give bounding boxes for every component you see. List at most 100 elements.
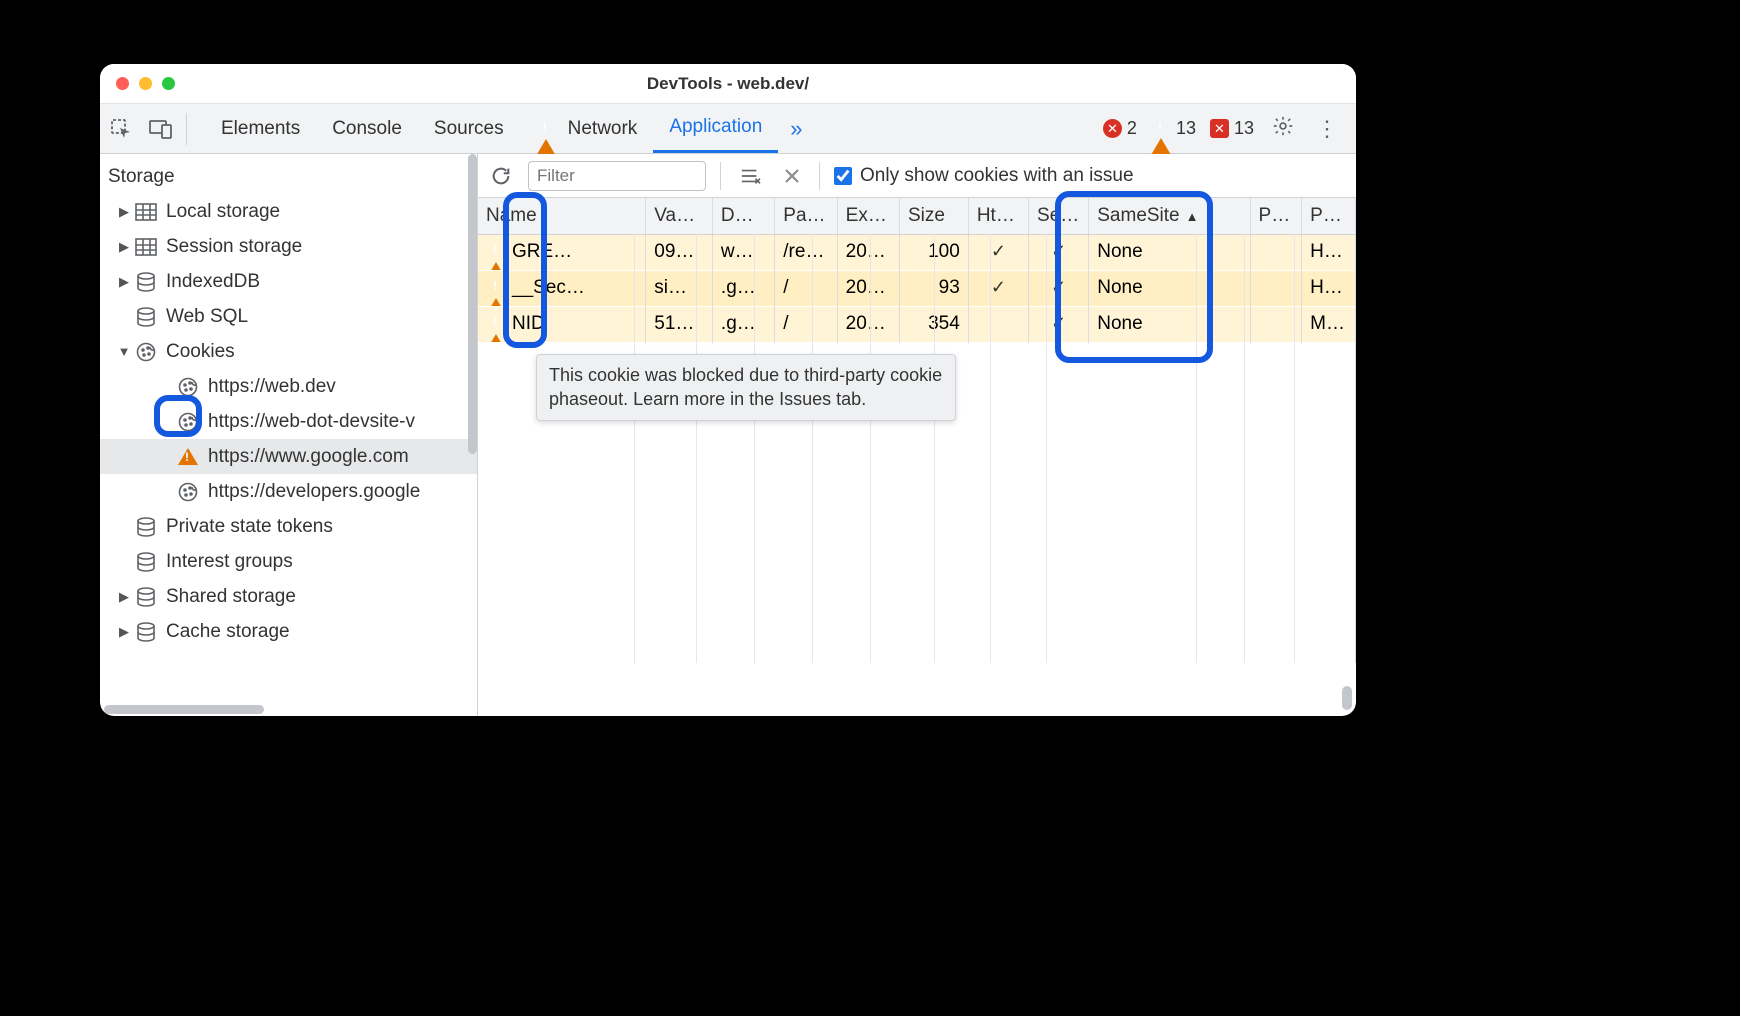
warning-count-value: 13 [1176,118,1196,139]
tab-application[interactable]: Application [653,104,778,153]
filter-input[interactable] [528,161,706,191]
tab-label: Elements [221,118,300,140]
sidebar-item-label: Private state tokens [166,516,333,538]
window-controls [100,77,175,90]
column-header[interactable]: Ex… [837,198,899,234]
sidebar-item[interactable]: ▸https://web.dev [100,369,477,404]
panel-tabs: Elements Console Sources Network Applica… [205,104,815,153]
issues-count[interactable]: ✕ 13 [1206,118,1258,139]
table-row[interactable]: NID51….g…/20…354✓NoneM… [478,306,1356,342]
device-toggle-icon[interactable] [150,118,172,140]
sidebar-item[interactable]: ▶Session storage [100,229,477,264]
cookie-blocked-tooltip: This cookie was blocked due to third-par… [536,354,956,421]
disclosure-arrow-icon[interactable]: ▶ [118,589,130,605]
database-icon [134,622,158,642]
database-icon [134,552,158,572]
sidebar-item[interactable]: ▶Interest groups [100,544,477,579]
tab-console[interactable]: Console [316,104,418,153]
clear-all-button[interactable] [735,166,765,186]
devtools-window: DevTools - web.dev/ Elements Console Sou… [100,64,1356,716]
column-header[interactable]: P… [1302,198,1356,234]
check-icon: ✓ [991,241,1006,261]
issues-icon: ✕ [1210,119,1229,138]
check-icon: ✓ [1051,277,1066,297]
tab-label: Console [332,118,402,140]
warning-icon [1151,118,1171,139]
sidebar-item[interactable]: ▼ Cookies [100,334,477,369]
column-header[interactable]: D… [712,198,774,234]
column-header[interactable]: SameSite▲ [1089,198,1250,234]
sidebar-item[interactable]: ▶IndexedDB [100,264,477,299]
disclosure-arrow-icon[interactable]: ▶ [118,274,130,290]
tab-elements[interactable]: Elements [205,104,316,153]
minimize-window-button[interactable] [139,77,152,90]
table-row[interactable]: __Sec…si….g…/20…93✓✓NoneH… [478,270,1356,306]
check-icon: ✓ [1051,313,1066,333]
warning-icon [176,448,200,465]
warning-icon [486,277,506,299]
titlebar: DevTools - web.dev/ [100,64,1356,104]
sidebar-item-label: Web SQL [166,306,248,328]
database-icon [134,517,158,537]
refresh-button[interactable] [488,163,514,189]
sidebar-item[interactable]: ▶Web SQL [100,299,477,334]
column-header[interactable]: Se… [1029,198,1089,234]
sidebar-item-label: Interest groups [166,551,293,573]
sidebar-item-label: Local storage [166,201,280,223]
column-header[interactable]: P… [1250,198,1302,234]
tab-sources[interactable]: Sources [418,104,520,153]
clear-button[interactable] [779,167,805,185]
tab-label: Network [568,118,638,140]
error-count-value: 2 [1127,118,1137,139]
disclosure-arrow-icon[interactable]: ▶ [118,204,130,220]
disclosure-arrow-icon[interactable]: ▼ [118,344,130,359]
more-tabs-button[interactable]: » [778,104,814,153]
sidebar-item[interactable]: ▶Private state tokens [100,509,477,544]
settings-button[interactable] [1264,115,1302,143]
warning-count[interactable]: 13 [1147,118,1200,139]
warning-icon [536,118,556,140]
cookie-icon [134,342,158,362]
column-header[interactable]: Va… [646,198,713,234]
sidebar-item[interactable]: ▸https://web-dot-devsite-v [100,404,477,439]
sidebar-item-label: Shared storage [166,586,296,608]
tab-network[interactable]: Network [520,104,654,153]
only-issues-label: Only show cookies with an issue [860,165,1134,187]
more-options-button[interactable]: ⋮ [1308,116,1346,142]
only-issues-checkbox[interactable] [834,167,852,185]
sidebar-item-label: Cache storage [166,621,290,643]
column-header[interactable]: Size [900,198,969,234]
check-icon: ✓ [1051,241,1066,261]
tab-label: Sources [434,118,504,140]
disclosure-arrow-icon[interactable]: ▶ [118,239,130,255]
sidebar-section-heading: Storage [100,160,477,194]
sidebar-hscroll-thumb[interactable] [104,705,264,714]
sidebar-item[interactable]: ▶ Cache storage [100,614,477,649]
cookies-table: NameVa…D…Pa…Ex…SizeHt…Se…SameSite▲P…P… G… [478,198,1356,663]
cookie-icon [176,412,200,432]
table-icon [134,203,158,221]
cookies-pane: Only show cookies with an issue NameVa…D… [478,154,1356,716]
sidebar-item-label: Cookies [166,341,235,363]
error-count[interactable]: ✕ 2 [1099,118,1141,139]
filterbar-divider [819,162,820,190]
column-header[interactable]: Ht… [968,198,1028,234]
disclosure-arrow-icon[interactable]: ▶ [118,624,130,640]
devtools-toolbar: Elements Console Sources Network Applica… [100,104,1356,154]
sidebar-item-label: https://web-dot-devsite-v [208,411,415,433]
inspect-element-icon[interactable] [110,118,132,140]
main-vscroll-thumb[interactable] [1342,686,1352,710]
close-window-button[interactable] [116,77,129,90]
sidebar-item[interactable]: ▸https://www.google.com [100,439,477,474]
sidebar-vscroll-thumb[interactable] [468,154,477,454]
sidebar-item-label: https://web.dev [208,376,336,398]
sidebar-item[interactable]: ▸https://developers.google [100,474,477,509]
table-row[interactable]: GRE…09…w…/re…20…100✓✓NoneH… [478,234,1356,270]
column-header[interactable]: Name [478,198,646,234]
database-icon [134,307,158,327]
zoom-window-button[interactable] [162,77,175,90]
sidebar-item[interactable]: ▶ Shared storage [100,579,477,614]
warning-icon [486,241,506,263]
sidebar-item[interactable]: ▶ Local storage [100,194,477,229]
column-header[interactable]: Pa… [775,198,837,234]
